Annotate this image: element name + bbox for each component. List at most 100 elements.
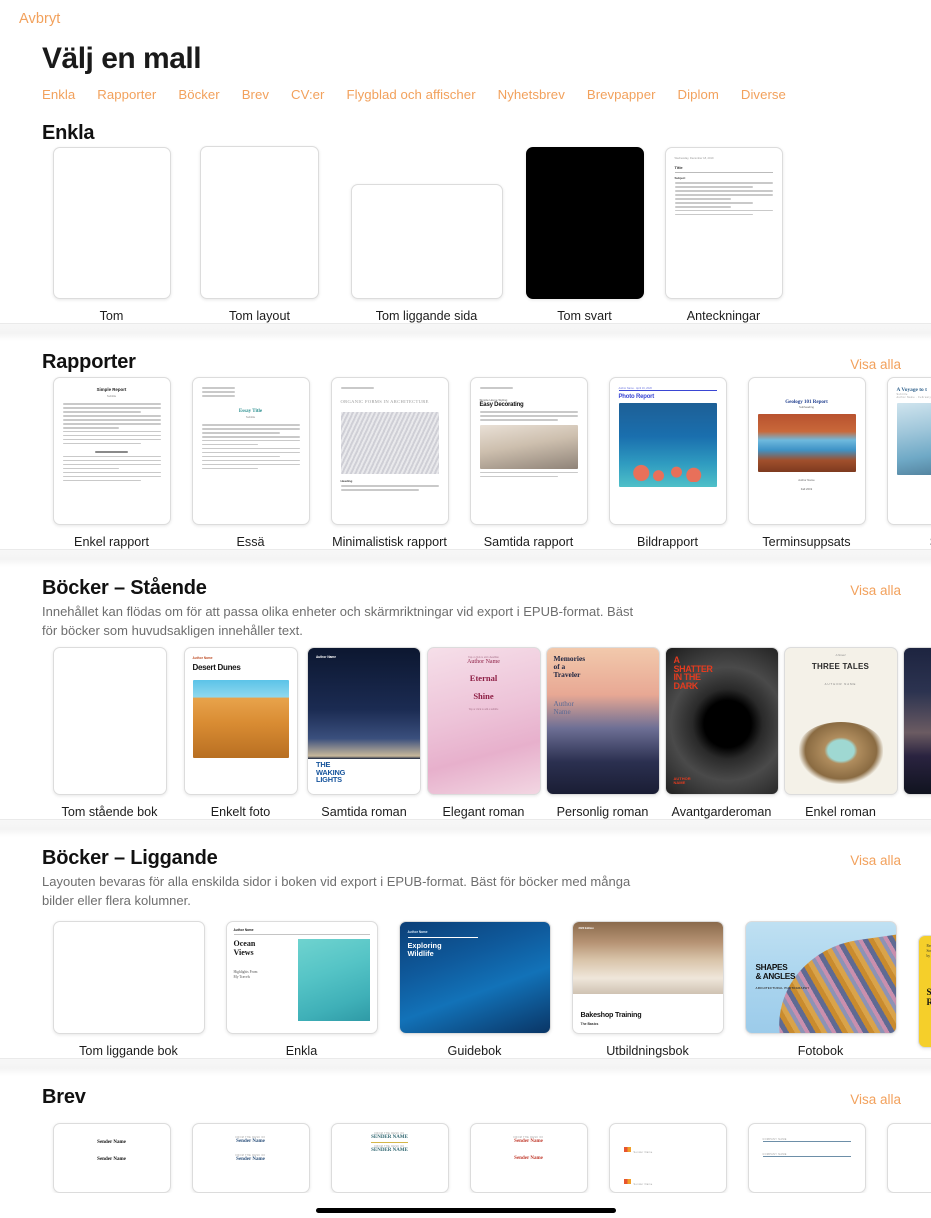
tab-cv[interactable]: CV:er	[291, 87, 324, 102]
template-row-enkla[interactable]: Tom Tom layout Tom liggande sida Tom sva…	[0, 145, 931, 323]
template-thumbnail[interactable]: FROM THE DESK OF SENDER NAME FROM THE DE…	[330, 1123, 449, 1194]
tab-diverse[interactable]: Diverse	[741, 87, 786, 102]
template-thumbnail[interactable]: Author Name Desert Dunes	[183, 646, 298, 795]
template-card-anteckningar[interactable]: Wednesday, December 18, 2019 Title Subje…	[654, 147, 793, 323]
tab-brevpapper[interactable]: Brevpapper	[587, 87, 656, 102]
template-thumbnail[interactable]	[52, 646, 167, 795]
template-caption: Personlig roman	[556, 804, 649, 819]
tab-flygblad[interactable]: Flygblad och affischer	[347, 87, 476, 102]
template-thumbnail[interactable]: Author Name Ocean Views Highlights From …	[225, 921, 378, 1035]
template-card-enkel-roman[interactable]: A Novel THREE TALES AUTHOR NAME Enkel ro…	[781, 646, 900, 819]
template-card-brev-7[interactable]: COMPANY NAME COMPANY NAME	[876, 1123, 931, 1194]
template-card-terminsuppsats[interactable]: Geology 101 Report Subheading Author Nam…	[737, 377, 876, 549]
letter-sender-name-2: SENDER NAME	[371, 1148, 408, 1154]
template-thumbnail[interactable]: Sender Name Sender Name	[52, 1123, 171, 1194]
template-caption: Anteckningar	[686, 309, 761, 323]
template-thumbnail[interactable]	[52, 147, 171, 299]
template-thumbnail[interactable]: ORGANIC FORMS IN ARCHITECTURE Heading	[330, 377, 449, 525]
see-all-bocker-liggande[interactable]: Visa alla	[850, 847, 901, 868]
template-thumbnail[interactable]: Geology 101 Report Subheading Author Nam…	[747, 377, 866, 525]
template-card-enkel-rapport[interactable]: Simple Report Subtitle Enkel rapport	[42, 377, 181, 549]
template-thumbnail[interactable]: Simple Report Subtitle	[52, 377, 171, 525]
template-card-tom-layout[interactable]: Tom layout	[181, 146, 338, 323]
template-card-partial-liggande[interactable]: Recipe Soup by Au St Ra	[907, 935, 931, 1058]
template-card-elegant-roman[interactable]: Tap or click to add a headline Author Na…	[424, 646, 543, 819]
template-caption: Fotobok	[797, 1044, 844, 1059]
template-thumbnail[interactable]: Tap or click to add a headline Author Na…	[426, 646, 541, 795]
tab-bocker[interactable]: Böcker	[178, 87, 219, 102]
template-card-personlig-roman[interactable]: Memories of a Traveler Author Name Perso…	[543, 646, 662, 819]
template-card-brev-6[interactable]: COMPANY NAME COMPANY NAME	[737, 1123, 876, 1194]
page-title: Välj en mall	[42, 42, 202, 75]
book-novel-label: A Novel	[835, 652, 846, 657]
template-card-samtida-roman[interactable]: Author Name THE WAKING LIGHTS Samtida ro…	[304, 646, 424, 819]
template-card-brev-1[interactable]: Sender Name Sender Name	[42, 1123, 181, 1194]
see-all-brev[interactable]: Visa alla	[850, 1086, 901, 1107]
tab-diplom[interactable]: Diplom	[678, 87, 719, 102]
template-card-samtida-rapport[interactable]: Simple Home Styling Easy Decorating Samt…	[459, 377, 598, 549]
template-card-guidebok[interactable]: Author Name Exploring Wildlife Guidebok	[388, 921, 561, 1058]
book-title-line3: Traveler	[553, 670, 581, 680]
template-card-avantgarderoman[interactable]: A SHATTER IN THE DARK AUTHOR NAME Avantg…	[662, 646, 781, 819]
template-thumbnail[interactable]: Memories of a Traveler Author Name	[545, 646, 660, 795]
template-thumbnail[interactable]: Author Name THE WAKING LIGHTS	[307, 646, 421, 795]
book-author: Author Name	[192, 655, 213, 660]
template-card-essa[interactable]: Essay Title Subtitle Essä	[181, 377, 320, 549]
template-caption: Avantgarderoman	[671, 804, 772, 819]
template-thumbnail[interactable]	[200, 146, 319, 299]
template-thumbnail[interactable]: Simple Home Styling Easy Decorating	[469, 377, 588, 525]
template-thumbnail[interactable]: Wednesday, December 18, 2019 Title Subje…	[664, 147, 783, 299]
template-row-brev[interactable]: Sender Name Sender Name FROM THE DESK OF…	[0, 1109, 931, 1194]
template-card-brev-5[interactable]: Sender Name Sender Name	[598, 1123, 737, 1194]
tab-rapporter[interactable]: Rapporter	[97, 87, 156, 102]
template-thumbnail[interactable]: SHAPES & ANGLES ARCHITECTURAL PHOTOGRAPH…	[744, 921, 897, 1035]
recipe-line3: by Au	[926, 954, 931, 959]
template-thumbnail[interactable]: COMPANY NAME COMPANY NAME	[747, 1123, 866, 1194]
template-card-bildrapport[interactable]: Author Name · April 19, 2020 Photo Repor…	[598, 377, 737, 549]
home-indicator[interactable]	[0, 1205, 931, 1218]
template-thumbnail[interactable]: FROM THE DESK OF Sender Name Sender Name	[469, 1123, 588, 1194]
template-card-fotobok[interactable]: SHAPES & ANGLES ARCHITECTURAL PHOTOGRAPH…	[734, 921, 907, 1058]
template-row-rapporter[interactable]: Simple Report Subtitle Enkel rapport Ess…	[0, 374, 931, 549]
template-thumbnail[interactable]: 2020 Edition Bakeshop Training The Basic…	[571, 921, 724, 1035]
template-row-bocker-liggande[interactable]: Tom liggande bok Author Name Ocean Views…	[0, 910, 931, 1058]
template-caption: Tom	[99, 309, 124, 323]
template-card-brev-4[interactable]: FROM THE DESK OF Sender Name Sender Name	[459, 1123, 598, 1194]
template-thumbnail[interactable]: Sender Name Sender Name	[608, 1123, 727, 1194]
see-all-bocker-staende[interactable]: Visa alla	[850, 577, 901, 598]
template-card-partial[interactable]: M	[900, 646, 931, 819]
template-thumbnail[interactable]: Essay Title Subtitle	[191, 377, 310, 525]
template-card-minimalistisk[interactable]: ORGANIC FORMS IN ARCHITECTURE Heading Mi…	[320, 377, 459, 549]
template-thumbnail[interactable]	[525, 147, 644, 299]
template-thumbnail[interactable]	[52, 921, 205, 1035]
template-thumbnail[interactable]: A SHATTER IN THE DARK AUTHOR NAME	[664, 646, 779, 795]
template-thumbnail[interactable]: Author Name · April 19, 2020 Photo Repor…	[608, 377, 727, 525]
see-all-rapporter[interactable]: Visa alla	[850, 351, 901, 372]
template-card-skoluppsats[interactable]: A Voyage to t Subtitle Author Name · Feb…	[876, 377, 931, 549]
template-card-tom[interactable]: Tom	[42, 147, 181, 323]
tab-brev[interactable]: Brev	[242, 87, 269, 102]
template-card-enkla-bok[interactable]: Author Name Ocean Views Highlights From …	[215, 921, 388, 1058]
template-card-enkelt-foto[interactable]: Author Name Desert Dunes Enkelt foto	[177, 646, 304, 819]
template-thumbnail[interactable]: COMPANY NAME COMPANY NAME	[886, 1123, 931, 1194]
template-thumbnail[interactable]: Author Name Exploring Wildlife	[398, 921, 551, 1035]
term-paper-author: Author Name	[798, 478, 815, 482]
template-thumbnail[interactable]	[350, 184, 503, 299]
template-thumbnail[interactable]: Recipe Soup by Au St Ra	[917, 935, 931, 1049]
template-thumbnail[interactable]: A Novel THREE TALES AUTHOR NAME	[783, 646, 898, 795]
template-card-tom-liggande[interactable]: Tom liggande sida	[338, 184, 515, 323]
template-card-brev-3[interactable]: FROM THE DESK OF SENDER NAME FROM THE DE…	[320, 1123, 459, 1194]
template-row-bocker-staende[interactable]: Tom stående bok Author Name Desert Dunes…	[0, 641, 931, 819]
tab-enkla[interactable]: Enkla	[42, 87, 75, 102]
template-thumbnail[interactable]	[902, 646, 931, 795]
cancel-button[interactable]: Avbryt	[19, 11, 60, 27]
template-card-utbildningsbok[interactable]: 2020 Edition Bakeshop Training The Basic…	[561, 921, 734, 1058]
tab-nyhetsbrev[interactable]: Nyhetsbrev	[498, 87, 565, 102]
book-author: Author Name	[233, 928, 254, 933]
template-thumbnail[interactable]: A Voyage to t Subtitle Author Name · Feb…	[886, 377, 931, 525]
template-card-tom-svart[interactable]: Tom svart	[515, 147, 654, 323]
template-card-brev-2[interactable]: FROM THE DESK OF Sender Name FROM THE DE…	[181, 1123, 320, 1194]
template-card-tom-staende-bok[interactable]: Tom stående bok	[42, 646, 177, 819]
template-thumbnail[interactable]: FROM THE DESK OF Sender Name FROM THE DE…	[191, 1123, 310, 1194]
template-card-tom-liggande-bok[interactable]: Tom liggande bok	[42, 921, 215, 1058]
